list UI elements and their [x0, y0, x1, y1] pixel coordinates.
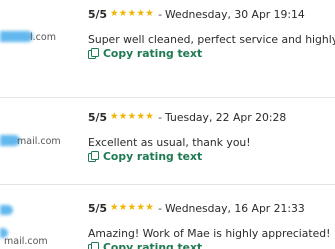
review-item: 5/5 ★ ★ ★ ★ ★ - Tuesday, 22 Apr 20:28 Ex…: [88, 110, 335, 163]
separator: -: [158, 201, 163, 215]
star-icon: ★: [127, 8, 137, 20]
star-icon: ★: [118, 111, 128, 123]
star-icon: ★: [145, 202, 154, 214]
star-icon: ★: [127, 111, 137, 123]
rating-line: 5/5 ★ ★ ★ ★ ★ - Wednesday, 30 Apr 19:14: [88, 7, 335, 21]
copy-icon: [88, 242, 99, 249]
rating-score: 5/5: [88, 110, 107, 124]
star-icon: ★: [127, 202, 137, 214]
rating-line: 5/5 ★ ★ ★ ★ ★ - Wednesday, 16 Apr 21:33: [88, 201, 335, 215]
star-icon: ★: [109, 111, 119, 123]
review-date: Tuesday, 22 Apr 20:28: [165, 110, 287, 124]
review-comment: Excellent as usual, thank you!: [88, 136, 251, 149]
copy-icon: [88, 151, 99, 162]
copy-icon: [88, 48, 99, 59]
customer-email: mail.com: [0, 132, 78, 154]
email-suffix: mail.com: [17, 136, 61, 147]
copy-rating-text-label: Copy rating text: [103, 47, 203, 60]
rating-stars: ★ ★ ★ ★ ★: [110, 112, 154, 122]
star-icon: ★: [109, 8, 119, 20]
review-item: 5/5 ★ ★ ★ ★ ★ - Wednesday, 16 Apr 21:33 …: [88, 201, 335, 249]
separator: -: [158, 110, 163, 124]
star-icon: ★: [145, 8, 154, 20]
star-icon: ★: [136, 202, 145, 214]
star-icon: ★: [136, 8, 145, 20]
star-icon: ★: [109, 202, 119, 214]
row-divider: [0, 184, 335, 185]
row-divider: [0, 97, 335, 98]
star-icon: ★: [145, 111, 154, 123]
ratings-list: l.com 5/5 ★ ★ ★ ★ ★ - Wednesday, 30 Apr …: [0, 0, 335, 249]
rating-stars: ★ ★ ★ ★ ★: [110, 9, 154, 19]
star-icon: ★: [118, 8, 128, 20]
email-suffix: l.com: [30, 32, 56, 43]
email-redaction: [0, 31, 33, 42]
rating-score: 5/5: [88, 201, 107, 215]
customer-email: l.com: [0, 28, 78, 50]
email-suffix: mail.com: [4, 236, 48, 247]
review-item: 5/5 ★ ★ ★ ★ ★ - Wednesday, 30 Apr 19:14 …: [88, 7, 335, 60]
review-date: Wednesday, 16 Apr 21:33: [165, 201, 305, 215]
rating-stars: ★ ★ ★ ★ ★: [110, 203, 154, 213]
star-icon: ★: [118, 202, 128, 214]
review-comment: Super well cleaned, perfect service and …: [88, 33, 335, 46]
customer-email: mail.com: [0, 203, 78, 249]
copy-rating-text-button[interactable]: Copy rating text: [88, 150, 335, 163]
copy-rating-text-button[interactable]: Copy rating text: [88, 241, 335, 249]
rating-line: 5/5 ★ ★ ★ ★ ★ - Tuesday, 22 Apr 20:28: [88, 110, 335, 124]
copy-rating-text-button[interactable]: Copy rating text: [88, 47, 335, 60]
rating-score: 5/5: [88, 7, 107, 21]
copy-rating-text-label: Copy rating text: [103, 241, 203, 249]
review-date: Wednesday, 30 Apr 19:14: [165, 7, 305, 21]
email-redaction: [0, 205, 13, 215]
copy-rating-text-label: Copy rating text: [103, 150, 203, 163]
separator: -: [158, 7, 163, 21]
star-icon: ★: [136, 111, 145, 123]
review-comment: Amazing! Work of Mae is highly appreciat…: [88, 227, 331, 240]
